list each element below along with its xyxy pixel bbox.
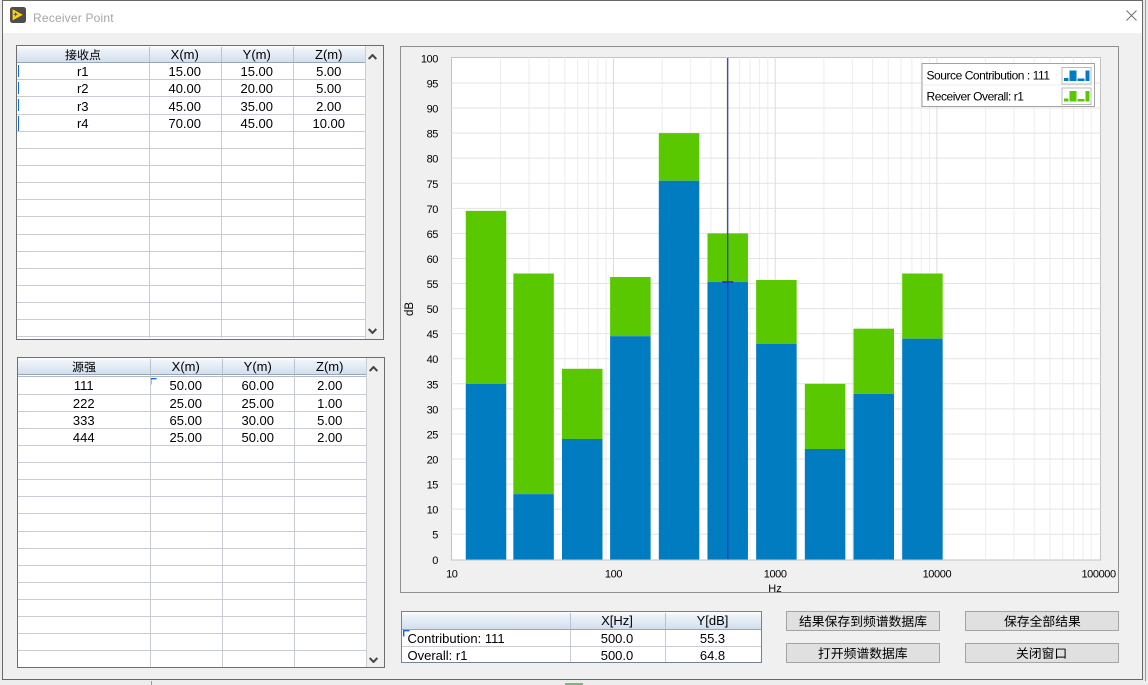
svg-text:100: 100 <box>421 53 438 65</box>
svg-text:20: 20 <box>427 454 439 466</box>
svg-text:30: 30 <box>427 404 439 416</box>
svg-text:65: 65 <box>427 228 439 240</box>
svg-text:Receiver Overall: r1: Receiver Overall: r1 <box>927 89 1025 103</box>
svg-text:35: 35 <box>427 379 439 391</box>
svg-text:10000: 10000 <box>923 568 952 580</box>
svg-text:10: 10 <box>446 568 458 580</box>
svg-text:Hz: Hz <box>768 583 781 593</box>
svg-text:60: 60 <box>427 253 439 265</box>
svg-text:50: 50 <box>427 304 439 316</box>
svg-text:75: 75 <box>427 178 439 190</box>
svg-text:45: 45 <box>427 329 439 341</box>
svg-text:Source Contribution : 111: Source Contribution : 111 <box>927 68 1051 82</box>
svg-text:80: 80 <box>427 153 439 165</box>
svg-text:25: 25 <box>427 429 439 441</box>
svg-text:15: 15 <box>427 479 439 491</box>
svg-text:10: 10 <box>427 504 439 516</box>
svg-text:85: 85 <box>427 128 439 140</box>
svg-text:100000: 100000 <box>1081 568 1116 580</box>
svg-text:95: 95 <box>427 78 439 90</box>
svg-text:70: 70 <box>427 203 439 215</box>
svg-text:40: 40 <box>427 354 439 366</box>
svg-text:55: 55 <box>427 279 439 291</box>
svg-text:1000: 1000 <box>764 568 787 580</box>
svg-text:dB: dB <box>404 301 416 315</box>
svg-text:0: 0 <box>432 554 438 566</box>
svg-text:90: 90 <box>427 103 439 115</box>
svg-text:5: 5 <box>432 529 438 541</box>
svg-text:100: 100 <box>605 568 622 580</box>
